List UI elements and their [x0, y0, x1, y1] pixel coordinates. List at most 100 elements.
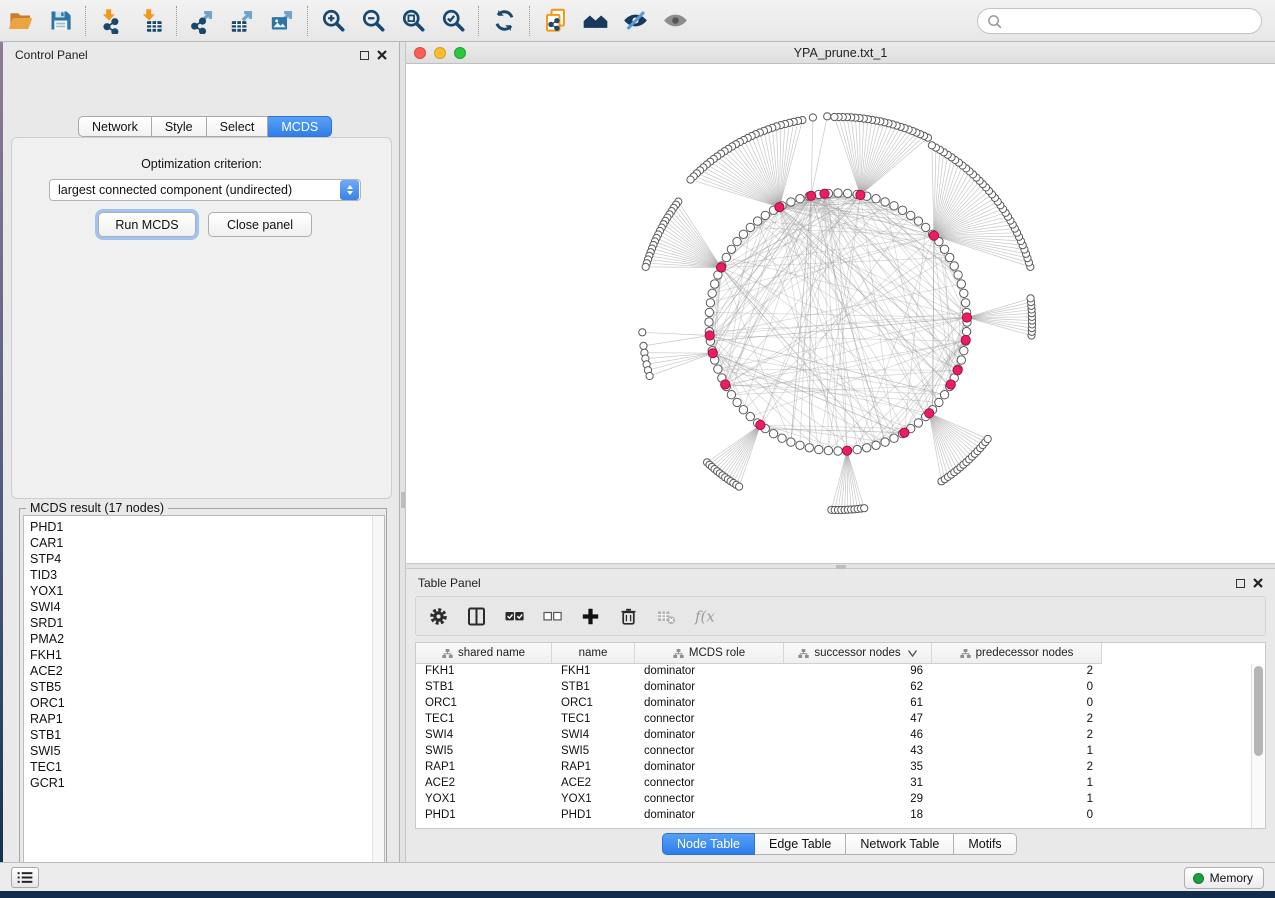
table-cell: ACE2 [416, 776, 552, 792]
refresh-icon[interactable] [484, 4, 524, 38]
mcds-result-item[interactable]: CAR1 [30, 535, 384, 551]
table-cell: dominator [635, 808, 784, 824]
first-neighbors-icon[interactable] [575, 4, 615, 38]
mcds-result-item[interactable]: SWI5 [30, 743, 384, 759]
column-header-shared-name[interactable]: shared name [416, 643, 552, 663]
mcds-result-item[interactable]: YOX1 [30, 583, 384, 599]
column-header-successor-nodes[interactable]: successor nodes [784, 643, 932, 663]
mcds-result-item[interactable]: STP4 [30, 551, 384, 567]
column-header-name[interactable]: name [552, 643, 635, 663]
mcds-result-item[interactable]: SRD1 [30, 615, 384, 631]
network-window-titlebar[interactable]: YPA_prune.txt_1 [406, 42, 1275, 64]
mcds-result-item[interactable]: PMA2 [30, 631, 384, 647]
show-all-icon[interactable] [655, 4, 695, 38]
import-table-icon[interactable] [131, 4, 171, 38]
float-table-panel-icon[interactable] [1236, 579, 1245, 588]
deselect-all-icon[interactable] [542, 606, 563, 627]
zoom-in-icon[interactable] [313, 4, 353, 38]
mcds-result-item[interactable]: STB5 [30, 679, 384, 695]
table-cell: FKH1 [416, 664, 552, 680]
tab-node-table[interactable]: Node Table [662, 833, 755, 855]
tab-network-table[interactable]: Network Table [846, 833, 954, 855]
close-panel-icon[interactable] [377, 50, 387, 60]
task-history-button[interactable] [11, 867, 39, 888]
node-table[interactable]: shared namenameMCDS rolesuccessor nodesp… [415, 642, 1266, 829]
mcds-result-item[interactable]: RAP1 [30, 711, 384, 727]
column-header-predecessor-nodes[interactable]: predecessor nodes [932, 643, 1102, 663]
close-table-panel-icon[interactable] [1253, 578, 1263, 588]
search-input[interactable] [977, 8, 1262, 34]
tab-edge-table[interactable]: Edge Table [755, 833, 846, 855]
mcds-result-item[interactable]: FKH1 [30, 647, 384, 663]
table-cell: STB1 [552, 680, 635, 696]
table-cell: 31 [784, 776, 932, 792]
table-cell: connector [635, 792, 784, 808]
close-panel-button[interactable]: Close panel [208, 212, 312, 237]
save-session-icon[interactable] [40, 4, 80, 38]
table-row[interactable]: SWI5SWI5connector431 [416, 744, 1102, 760]
table-row[interactable]: FKH1FKH1dominator962 [416, 664, 1102, 680]
table-row[interactable]: YOX1YOX1connector291 [416, 792, 1102, 808]
network-canvas[interactable] [406, 64, 1275, 563]
mcds-result-item[interactable]: TEC1 [30, 759, 384, 775]
hide-selected-icon[interactable] [615, 4, 655, 38]
mcds-result-item[interactable]: PHD1 [30, 519, 384, 535]
select-all-icon[interactable] [504, 606, 525, 627]
import-network-icon[interactable] [91, 4, 131, 38]
control-panel: Control Panel NetworkStyleSelectMCDS Opt… [3, 42, 400, 862]
gear-icon[interactable] [428, 606, 449, 627]
table-cell: 2 [932, 712, 1102, 728]
memory-button[interactable]: Memory [1184, 867, 1264, 889]
export-network-icon[interactable] [182, 4, 222, 38]
mcds-list-scrollbar[interactable] [372, 516, 384, 877]
delete-table-icon[interactable] [656, 606, 677, 627]
node-table-header[interactable]: shared namenameMCDS rolesuccessor nodesp… [416, 643, 1102, 664]
tab-network[interactable]: Network [78, 116, 152, 137]
mcds-result-item[interactable]: SWI4 [30, 599, 384, 615]
memory-status-icon [1193, 873, 1204, 884]
run-mcds-button[interactable]: Run MCDS [98, 212, 196, 237]
table-row[interactable]: ORC1ORC1dominator610 [416, 696, 1102, 712]
table-scrollbar-thumb[interactable] [1254, 666, 1263, 756]
mcds-result-item[interactable]: GCR1 [30, 775, 384, 791]
table-cell: SWI5 [416, 744, 552, 760]
split-panel-icon[interactable] [466, 606, 487, 627]
tab-mcds[interactable]: MCDS [268, 116, 332, 137]
export-image-icon[interactable] [262, 4, 302, 38]
table-row[interactable]: TEC1TEC1connector472 [416, 712, 1102, 728]
table-cell: ORC1 [416, 696, 552, 712]
optimization-criterion-label: Optimization criterion: [12, 157, 391, 171]
add-column-icon[interactable] [580, 606, 601, 627]
table-row[interactable]: STB1STB1dominator620 [416, 680, 1102, 696]
table-cell: 0 [932, 808, 1102, 824]
tab-select[interactable]: Select [207, 116, 269, 137]
tab-motifs[interactable]: Motifs [954, 833, 1016, 855]
table-row[interactable]: SWI4SWI4dominator462 [416, 728, 1102, 744]
table-row[interactable]: PHD1PHD1dominator180 [416, 808, 1102, 824]
zoom-fit-icon[interactable] [393, 4, 433, 38]
column-header-MCDS-role[interactable]: MCDS role [635, 643, 784, 663]
table-row[interactable]: ACE2ACE2connector311 [416, 776, 1102, 792]
main-toolbar [0, 0, 1275, 42]
criterion-value: largest connected component (undirected) [50, 183, 340, 197]
zoom-out-icon[interactable] [353, 4, 393, 38]
mcds-result-item[interactable]: TID3 [30, 567, 384, 583]
table-panel-tabs: Node TableEdge TableNetwork TableMotifs [662, 833, 1017, 855]
mcds-result-list[interactable]: PHD1CAR1STP4TID3YOX1SWI4SRD1PMA2FKH1ACE2… [23, 515, 385, 878]
network-view-panel: YPA_prune.txt_1 [406, 42, 1275, 563]
dropdown-stepper-icon [340, 180, 359, 200]
criterion-dropdown[interactable]: largest connected component (undirected) [49, 179, 361, 201]
open-file-icon[interactable] [0, 4, 40, 38]
mcds-result-item[interactable]: ORC1 [30, 695, 384, 711]
float-panel-icon[interactable] [360, 51, 369, 60]
mcds-result-item[interactable]: STB1 [30, 727, 384, 743]
function-builder-icon[interactable]: f(x) [694, 606, 715, 627]
zoom-selected-icon[interactable] [433, 4, 473, 38]
export-table-icon[interactable] [222, 4, 262, 38]
delete-column-icon[interactable] [618, 606, 639, 627]
tab-style[interactable]: Style [152, 116, 207, 137]
table-row[interactable]: RAP1RAP1dominator352 [416, 760, 1102, 776]
duplicate-network-icon[interactable] [535, 4, 575, 38]
table-scrollbar[interactable] [1251, 664, 1265, 829]
mcds-result-item[interactable]: ACE2 [30, 663, 384, 679]
